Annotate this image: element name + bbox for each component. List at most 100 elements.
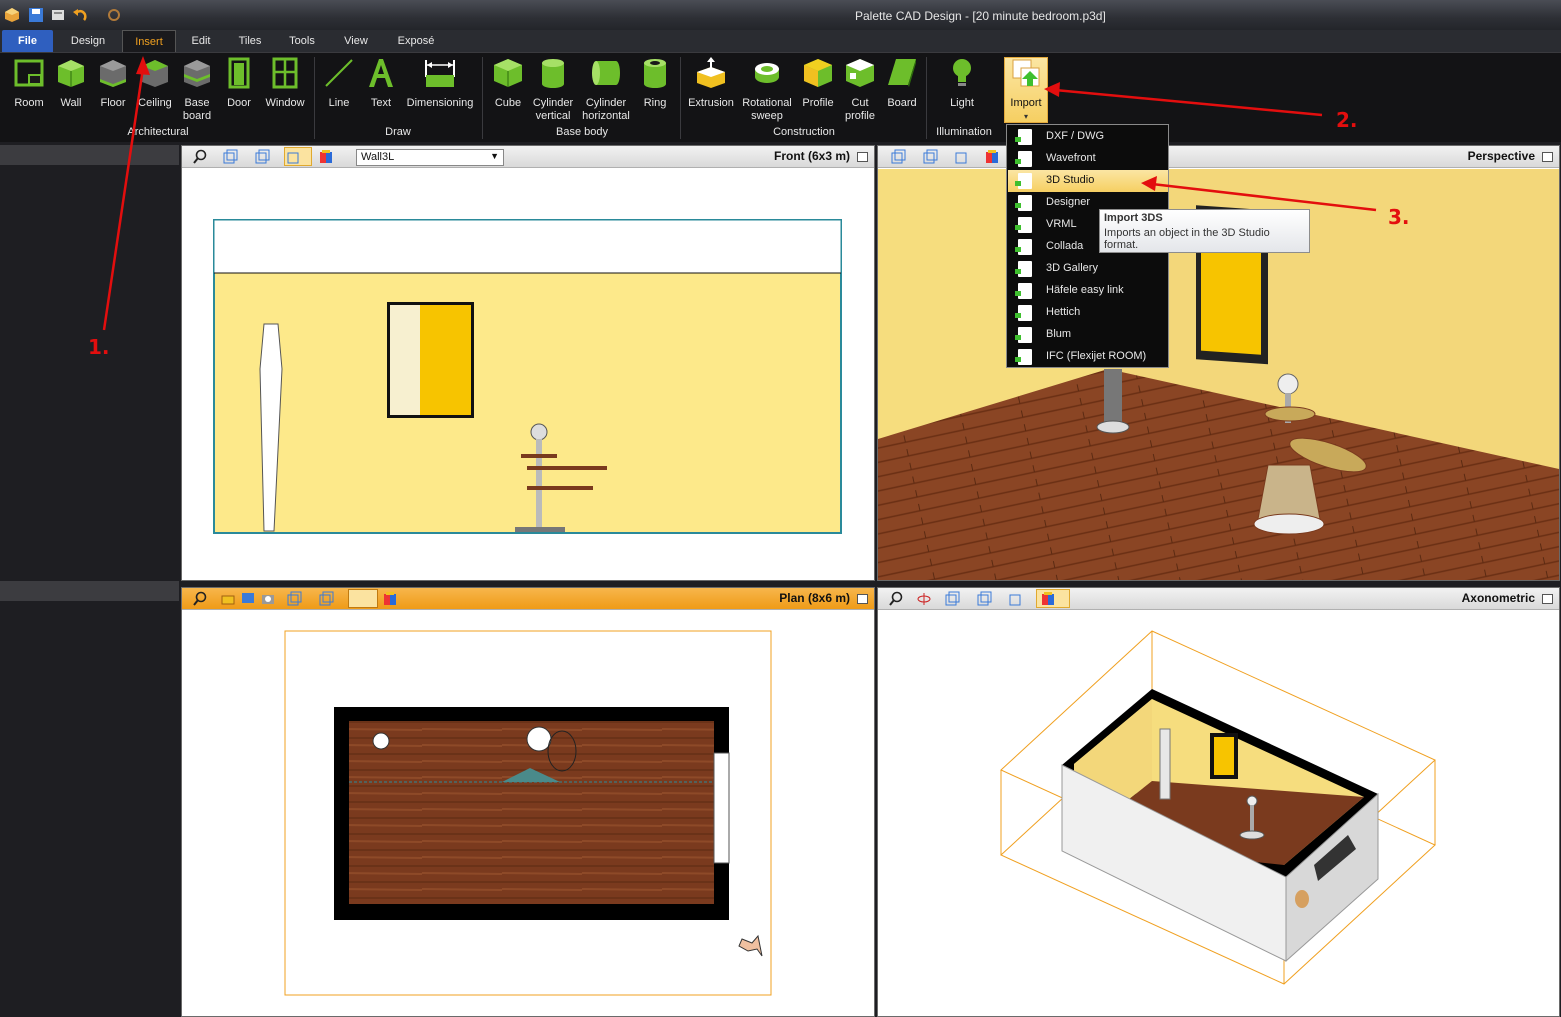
tooltip: Import 3DS Imports an object in the 3D S… bbox=[1099, 209, 1310, 253]
menu-item-label: Wavefront bbox=[1046, 152, 1096, 164]
baseboard-button[interactable]: Base board bbox=[178, 57, 216, 123]
wall-button[interactable]: Wall bbox=[52, 57, 90, 110]
menu-item-label: 3D Gallery bbox=[1046, 262, 1098, 274]
menu-item-hafele[interactable]: Häfele easy link bbox=[1008, 280, 1168, 302]
left-pane-header-top bbox=[0, 145, 179, 165]
tab-tiles[interactable]: Tiles bbox=[230, 30, 270, 52]
view-cube-icon[interactable] bbox=[222, 149, 238, 165]
undo-icon[interactable] bbox=[72, 7, 88, 23]
monitor-icon[interactable] bbox=[240, 591, 256, 607]
menu-item-3d-gallery[interactable]: 3D Gallery bbox=[1008, 258, 1168, 280]
tab-tools[interactable]: Tools bbox=[280, 30, 324, 52]
cylinder-vertical-button[interactable]: Cylinder vertical bbox=[528, 57, 578, 123]
group-architectural: Architectural bbox=[127, 126, 189, 138]
ring-icon bbox=[644, 59, 666, 88]
maximize-toggle[interactable] bbox=[857, 152, 868, 162]
viewport-axonometric[interactable]: Axonometric bbox=[877, 587, 1560, 1017]
room-button[interactable]: Room bbox=[8, 57, 50, 110]
import-button[interactable]: Import ▾ bbox=[1004, 57, 1048, 123]
viewport-toolbar: Plan (8x6 m) bbox=[182, 588, 874, 610]
color-cube-icon[interactable] bbox=[984, 149, 1000, 165]
tab-view[interactable]: View bbox=[336, 30, 376, 52]
cube-button[interactable]: Cube bbox=[488, 57, 528, 110]
ifc-file-icon bbox=[1015, 349, 1032, 365]
zoom-icon[interactable] bbox=[192, 149, 208, 165]
app-logo-icon[interactable] bbox=[4, 7, 20, 23]
menu-item-dxf-dwg[interactable]: DXF / DWG bbox=[1008, 126, 1168, 148]
view-cube-icon[interactable] bbox=[286, 591, 302, 607]
menu-item-blum[interactable]: Blum bbox=[1008, 324, 1168, 346]
tab-expose[interactable]: Exposé bbox=[390, 30, 442, 52]
wall-combo[interactable]: Wall3L ▼ bbox=[356, 149, 504, 166]
color-cube-icon[interactable] bbox=[382, 591, 398, 607]
menu-item-ifc[interactable]: IFC (Flexijet ROOM) bbox=[1008, 346, 1168, 368]
color-cube-icon[interactable] bbox=[318, 149, 334, 165]
cut-profile-button[interactable]: Cut profile bbox=[840, 57, 880, 123]
zoom-icon[interactable] bbox=[888, 591, 904, 607]
profile-button[interactable]: Profile bbox=[798, 57, 838, 110]
line-button[interactable]: Line bbox=[320, 57, 358, 110]
maximize-toggle[interactable] bbox=[1542, 152, 1553, 162]
floor-icon bbox=[100, 60, 126, 87]
maximize-toggle[interactable] bbox=[857, 594, 868, 604]
viewport-front[interactable]: Wall3L ▼ Front (6x3 m) bbox=[181, 145, 875, 581]
menu-item-wavefront[interactable]: Wavefront bbox=[1008, 148, 1168, 170]
active-view-toggle[interactable] bbox=[348, 589, 378, 608]
window-button[interactable]: Window bbox=[262, 57, 308, 110]
cylinder-horizontal-label-2: horizontal bbox=[582, 110, 630, 122]
ceiling-icon bbox=[142, 60, 168, 87]
printer-icon[interactable] bbox=[220, 591, 236, 607]
view-cube-icon[interactable] bbox=[890, 149, 906, 165]
zoom-icon[interactable] bbox=[192, 591, 208, 607]
dimensioning-button[interactable]: Dimensioning bbox=[402, 57, 478, 110]
tab-file[interactable]: File bbox=[2, 30, 53, 52]
view-cube-icon[interactable] bbox=[318, 591, 334, 607]
dxf-file-icon bbox=[1015, 129, 1032, 145]
camera-icon[interactable] bbox=[260, 591, 276, 607]
save-icon[interactable] bbox=[28, 7, 44, 23]
redo-icon[interactable] bbox=[106, 7, 122, 23]
tab-edit[interactable]: Edit bbox=[182, 30, 220, 52]
menu-item-hettich[interactable]: Hettich bbox=[1008, 302, 1168, 324]
floor-button[interactable]: Floor bbox=[94, 57, 132, 110]
extrusion-button[interactable]: Extrusion bbox=[684, 57, 738, 110]
board-label: Board bbox=[887, 97, 917, 109]
print-preview-icon[interactable] bbox=[50, 7, 66, 23]
maximize-toggle[interactable] bbox=[1542, 594, 1553, 604]
rotational-sweep-icon bbox=[755, 63, 779, 83]
menu-item-3d-studio[interactable]: 3D Studio bbox=[1008, 170, 1168, 192]
group-draw: Draw bbox=[385, 126, 411, 138]
rotational-sweep-button[interactable]: Rotational sweep bbox=[738, 57, 796, 123]
board-button[interactable]: Board bbox=[882, 57, 922, 110]
text-button[interactable]: Text bbox=[362, 57, 400, 110]
ring-button[interactable]: Ring bbox=[636, 57, 674, 110]
tab-design[interactable]: Design bbox=[62, 30, 114, 52]
rotational-sweep-label-2: sweep bbox=[751, 110, 783, 122]
cylinder-horizontal-label-1: Cylinder bbox=[585, 97, 627, 109]
view-cube-icon[interactable] bbox=[922, 149, 938, 165]
cut-profile-label-2: profile bbox=[845, 110, 875, 122]
view-cube-icon[interactable] bbox=[1008, 591, 1024, 607]
extrusion-label: Extrusion bbox=[688, 97, 734, 109]
viewport-plan[interactable]: Plan (8x6 m) bbox=[181, 587, 875, 1017]
view-cube-icon[interactable] bbox=[976, 591, 992, 607]
tab-insert[interactable]: Insert bbox=[122, 30, 176, 52]
baseboard-label-1: Base bbox=[184, 97, 210, 109]
view-cube-icon[interactable] bbox=[254, 149, 270, 165]
rotate-icon[interactable] bbox=[916, 591, 932, 607]
cylinder-horizontal-button[interactable]: Cylinder horizontal bbox=[578, 57, 634, 123]
door-button[interactable]: Door bbox=[220, 57, 258, 110]
view-cube-icon[interactable] bbox=[944, 591, 960, 607]
cylinder-vertical-label-1: Cylinder bbox=[532, 97, 574, 109]
ceiling-button[interactable]: Ceiling bbox=[136, 57, 174, 110]
extrusion-icon bbox=[697, 57, 725, 88]
door-label: Door bbox=[227, 97, 251, 109]
left-pane-header-bottom bbox=[0, 581, 179, 601]
view-cube-icon[interactable] bbox=[954, 149, 970, 165]
window-label: Window bbox=[265, 97, 305, 109]
wall-label: Wall bbox=[60, 97, 82, 109]
light-button[interactable]: Light bbox=[942, 57, 982, 110]
designer-file-icon bbox=[1015, 195, 1032, 211]
menu-bar: File Design Insert Edit Tiles Tools View… bbox=[0, 30, 1561, 52]
line-label: Line bbox=[328, 97, 350, 109]
